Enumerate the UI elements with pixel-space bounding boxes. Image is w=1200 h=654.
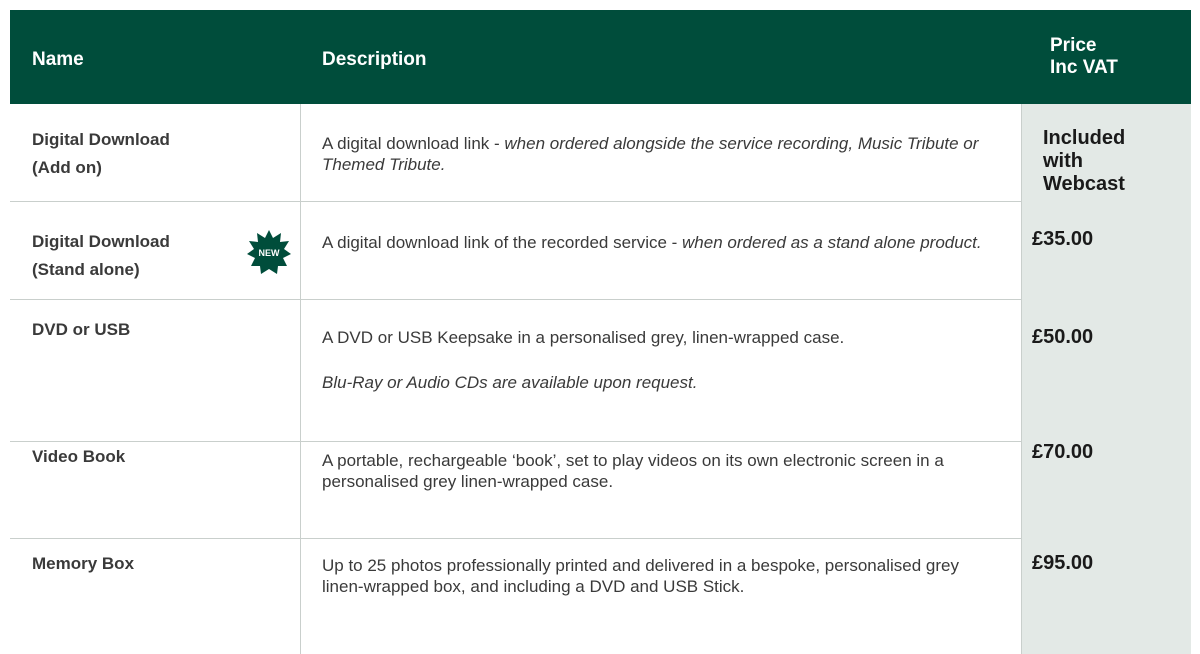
table-row-description: Up to 25 photos professionally printed a… — [322, 556, 959, 596]
desc-italic-text: when ordered as a stand alone product. — [682, 233, 982, 252]
header-price: Price Inc VAT — [1050, 35, 1118, 78]
row-divider — [10, 299, 1021, 300]
price-line: Included — [1043, 127, 1126, 149]
desc-italic-text: Blu-Ray or Audio CDs are available upon … — [322, 373, 698, 392]
header-description: Description — [322, 49, 427, 70]
table-row-description: A digital download link of the recorded … — [322, 232, 982, 253]
desc-text: A digital download link - — [322, 134, 505, 153]
product-price-table: Name Description Price Inc VAT Digital D… — [10, 10, 1191, 654]
table-row-description: A portable, rechargeable ‘book’, set to … — [322, 451, 944, 491]
row-name-line: Digital Download — [32, 232, 170, 251]
table-row-price: £95.00 — [1032, 552, 1094, 574]
table-row-price: Included with Webcast — [1043, 127, 1125, 196]
table-row-name: Digital Download (Add on) — [32, 126, 170, 182]
table-row-price: £50.00 — [1032, 326, 1094, 348]
desc-text: A digital download link of the recorded … — [322, 233, 683, 252]
table-row-description: A digital download link - when ordered a… — [322, 133, 982, 175]
column-divider — [300, 104, 301, 654]
new-badge-icon: NEW — [247, 230, 291, 274]
column-divider — [1021, 104, 1022, 654]
row-name-line: (Stand alone) — [32, 260, 140, 279]
table-row-name: Memory Box — [32, 554, 135, 573]
table-row-description: A DVD or USB Keepsake in a personalised … — [322, 327, 972, 393]
table-row-price: £35.00 — [1032, 228, 1094, 250]
row-divider — [10, 201, 1021, 202]
badge-label: NEW — [259, 248, 281, 258]
row-name-line: Digital Download — [32, 130, 170, 149]
price-line: with — [1043, 150, 1083, 172]
table-row-price: £70.00 — [1032, 441, 1094, 463]
table-row-name: Digital Download (Stand alone) — [32, 228, 170, 284]
row-divider — [10, 441, 1021, 442]
row-divider — [10, 538, 1021, 539]
price-line: Webcast — [1043, 173, 1125, 195]
table-header: Name Description Price Inc VAT — [10, 10, 1191, 104]
desc-text: A DVD or USB Keepsake in a personalised … — [322, 328, 845, 347]
desc-note: Blu-Ray or Audio CDs are available upon … — [322, 372, 972, 393]
header-name: Name — [32, 49, 84, 70]
table-row-name: Video Book — [32, 447, 126, 466]
table-row-name: DVD or USB — [32, 320, 131, 339]
row-name-line: (Add on) — [32, 158, 102, 177]
